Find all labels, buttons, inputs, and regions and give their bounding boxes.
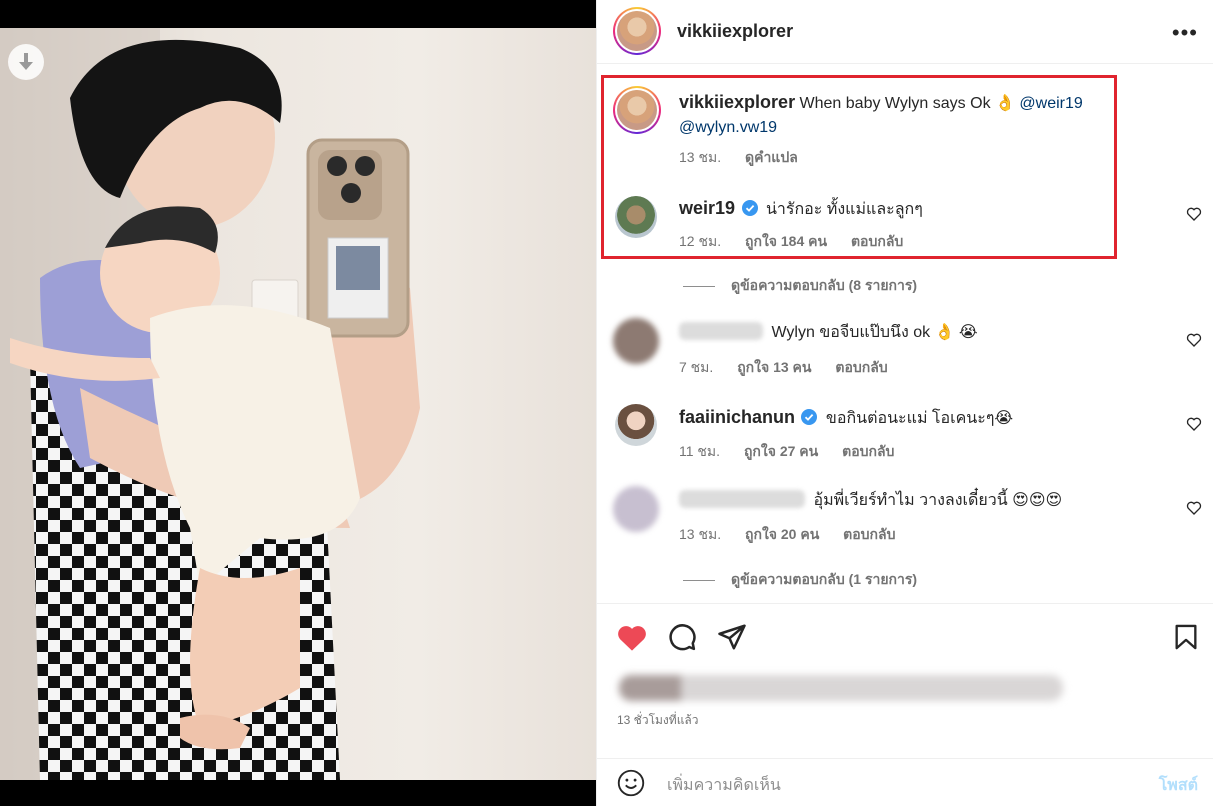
replies-divider bbox=[683, 285, 715, 287]
author-username[interactable]: vikkiiexplorer bbox=[677, 21, 793, 42]
post-photo bbox=[0, 28, 596, 780]
replies-divider bbox=[683, 579, 715, 581]
comment-meta: 7 ชม. ถูกใจ 13 คน ตอบกลับ bbox=[679, 357, 908, 379]
comment-likes[interactable]: ถูกใจ 27 คน bbox=[744, 443, 818, 459]
comment-likes[interactable]: ถูกใจ 20 คน bbox=[745, 526, 819, 542]
comment-time: 13 ชม. bbox=[679, 526, 722, 542]
comment-like-icon[interactable] bbox=[1186, 206, 1202, 222]
reply-button[interactable]: ตอบกลับ bbox=[843, 526, 895, 542]
post-header: vikkiiexplorer ••• bbox=[597, 0, 1213, 64]
comment-time: 11 ชม. bbox=[679, 443, 721, 459]
comment-text: Wylyn ขอจีบแป๊บนึง ok 👌 😭 bbox=[771, 324, 978, 341]
commenter-avatar[interactable] bbox=[613, 486, 659, 532]
comment-username-blurred[interactable] bbox=[679, 322, 763, 340]
comment-composer: เพิ่มความคิดเห็น โพสต์ bbox=[597, 758, 1213, 806]
commenter-avatar[interactable] bbox=[615, 404, 657, 446]
comment-item: Wylyn ขอจีบแป๊บนึง ok 👌 😭 7 ชม. ถูกใจ 13… bbox=[597, 316, 1213, 378]
liked-by-blurred[interactable] bbox=[619, 675, 1063, 701]
comment-like-icon[interactable] bbox=[1186, 416, 1202, 432]
comment-text: อุ้มพี่เวียร์ทำไม วางลงเดี๋ยวนี้ 😍😍😍 bbox=[813, 492, 1063, 509]
view-replies-button[interactable]: ดูข้อความตอบกลับ (8 รายการ) bbox=[683, 275, 917, 297]
comment-meta: 13 ชม. ถูกใจ 20 คน ตอบกลับ bbox=[679, 524, 916, 546]
commenter-avatar[interactable] bbox=[613, 318, 659, 364]
comment-text: ขอกินต่อนะแม่ โอเคนะๆ😭 bbox=[825, 410, 1014, 427]
comment-item: อุ้มพี่เวียร์ทำไม วางลงเดี๋ยวนี้ 😍😍😍 13 … bbox=[597, 484, 1213, 546]
author-avatar[interactable] bbox=[613, 7, 661, 55]
comment-input[interactable]: เพิ่มความคิดเห็น bbox=[667, 773, 781, 798]
comment-item: faaiinichanun ขอกินต่อนะแม่ โอเคนะๆ😭 11 … bbox=[597, 402, 1213, 464]
action-bar bbox=[597, 603, 1213, 673]
comment-icon[interactable] bbox=[667, 622, 697, 652]
save-bookmark-icon[interactable] bbox=[1172, 622, 1200, 652]
posted-time[interactable]: 13 ชั่วโมงที่แล้ว bbox=[617, 711, 699, 730]
post-media bbox=[0, 0, 596, 806]
post-comment-button[interactable]: โพสต์ bbox=[1159, 773, 1198, 798]
comment-text-block: faaiinichanun ขอกินต่อนะแม่ โอเคนะๆ😭 bbox=[679, 405, 1154, 431]
verified-badge-icon bbox=[801, 409, 818, 425]
view-replies-label: ดูข้อความตอบกลับ (1 รายการ) bbox=[731, 571, 918, 587]
comment-username-blurred[interactable] bbox=[679, 490, 805, 508]
comment-username[interactable]: faaiinichanun bbox=[679, 407, 795, 427]
comment-meta: 11 ชม. ถูกใจ 27 คน ตอบกลับ bbox=[679, 441, 914, 463]
emoji-icon[interactable] bbox=[617, 769, 645, 797]
comment-text-block: Wylyn ขอจีบแป๊บนึง ok 👌 😭 bbox=[679, 321, 1154, 345]
photo-illustration bbox=[0, 28, 420, 780]
more-options-icon[interactable]: ••• bbox=[1172, 20, 1198, 46]
comment-like-icon[interactable] bbox=[1186, 332, 1202, 348]
reply-button[interactable]: ตอบกลับ bbox=[842, 443, 894, 459]
comment-text-block: อุ้มพี่เวียร์ทำไม วางลงเดี๋ยวนี้ 😍😍😍 bbox=[679, 489, 1154, 513]
view-replies-button[interactable]: ดูข้อความตอบกลับ (1 รายการ) bbox=[683, 569, 917, 591]
share-icon[interactable] bbox=[717, 622, 747, 652]
liked-heart-icon[interactable] bbox=[615, 622, 649, 654]
comment-likes[interactable]: ถูกใจ 13 คน bbox=[737, 359, 811, 375]
highlight-annotation-box bbox=[601, 75, 1117, 259]
view-replies-label: ดูข้อความตอบกลับ (8 รายการ) bbox=[731, 277, 918, 293]
comment-time: 7 ชม. bbox=[679, 359, 714, 375]
reply-button[interactable]: ตอบกลับ bbox=[835, 359, 887, 375]
download-button[interactable] bbox=[8, 44, 44, 80]
comment-like-icon[interactable] bbox=[1186, 500, 1202, 516]
download-arrow-icon bbox=[19, 53, 33, 70]
